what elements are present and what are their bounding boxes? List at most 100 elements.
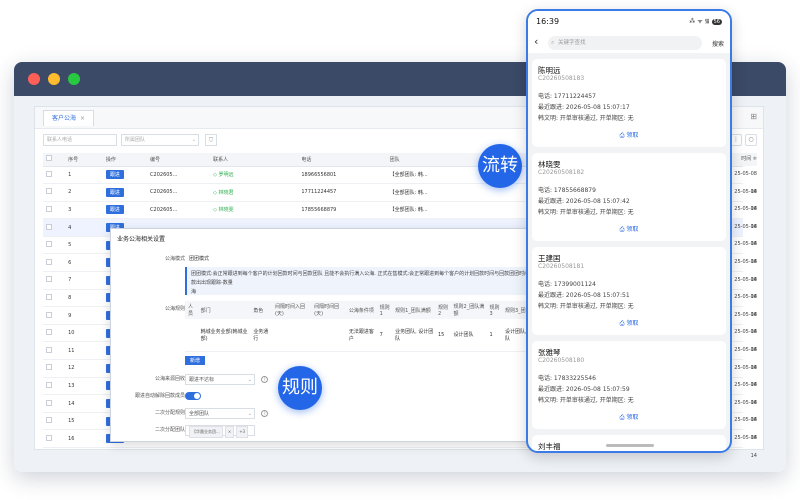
follow-button[interactable]: 跟进 (102, 201, 148, 220)
rules-col-header: 规则3 (486, 301, 502, 319)
rules-cell (271, 319, 312, 352)
card-recent-follow: 最近跟进: 2026-05-08 15:07:17 (538, 104, 630, 111)
customer-card[interactable]: 王建国 C20260508181 电话: 17399001124 最近跟进: 2026… (532, 247, 726, 335)
rules-col-header: 人员 (185, 301, 198, 319)
mode-value[interactable]: 团团模式 (189, 255, 209, 262)
row-contact[interactable]: ◇ 林晓君 (210, 183, 299, 202)
claim-button[interactable]: ⎙ 领取 (532, 130, 726, 140)
filter-icon[interactable]: ⛉ (205, 134, 217, 146)
row-checkbox[interactable] (43, 253, 66, 273)
help-icon[interactable]: ? (261, 376, 268, 383)
back-arrow-icon[interactable]: ‹ (534, 35, 538, 48)
customer-card[interactable]: 陈明远 C20260508183 电话: 17711224457 最近跟进: 2026… (532, 59, 726, 147)
refresh-icon[interactable]: ○ (745, 134, 757, 146)
chevron-down-icon: ⌄ (247, 411, 252, 417)
row-checkbox[interactable] (43, 377, 66, 396)
maximize-window-button[interactable] (68, 73, 80, 85)
row-checkbox[interactable] (43, 394, 66, 413)
row-checkbox[interactable] (43, 341, 66, 361)
row-contact[interactable]: ◇ 林晓雯 (210, 201, 299, 220)
second-team-select[interactable]: 【华晨业务团... × +3 (185, 425, 255, 438)
notice-text: 团团模式:会正常跟进到每个客户的计划回款时间与回款团队 且能不会执行满入公海. … (191, 271, 540, 286)
card-phone: 电话: 17833225546 (538, 375, 596, 382)
add-rule-button[interactable]: 新增 (185, 356, 206, 365)
card-lock-info: 韩文明: 开单审核通过, 开单期区: 无 (538, 115, 634, 122)
rules-row[interactable]: 韩城业务业部(韩城业部) 业务通行 无法跟进客户 7 业务团队, 设计团队 15 设计团队 1… (185, 319, 545, 352)
card-name: 刘丰福 (538, 442, 561, 451)
rules-cell: 业务团队, 设计团队 (392, 319, 435, 352)
col-header: 操作 (102, 153, 148, 167)
row-checkbox[interactable] (43, 412, 66, 431)
col-header: 联系人 (210, 153, 299, 167)
row-number: 9 (65, 306, 103, 325)
rules-cell (185, 319, 198, 352)
pool-source-select[interactable]: 跟进不达标 ⌄ (185, 374, 255, 385)
row-code: C202605... (147, 166, 211, 185)
rules-header-row: 人员 部门 角色 间隔时间入回(天) 间隔时间回(天) 公海条件项 规则1 规则1_团队满额规… (185, 301, 545, 319)
row-contact[interactable]: ◇ 罗明远 (210, 166, 299, 185)
rules-cell: 7 (376, 319, 393, 352)
pool-source-label: 公海来源回收 (154, 376, 185, 382)
card-lock-info: 韩文明: 开单审核通过, 开单期区: 无 (538, 209, 634, 216)
rules-col-header: 规则1_团队满额 (392, 301, 435, 319)
row-checkbox[interactable] (43, 183, 66, 202)
tab-customer-pool[interactable]: 客户公海 × (43, 110, 95, 126)
close-window-button[interactable] (28, 73, 40, 85)
auto-assign-toggle[interactable] (185, 392, 201, 400)
card-recent-follow: 最近跟进: 2026-05-08 15:07:42 (538, 198, 630, 205)
rules-col-header: 间隔时间入回(天) (271, 301, 312, 319)
contact-phone-input[interactable]: 联系人电话 (43, 134, 117, 146)
follow-button[interactable]: 跟进 (102, 166, 148, 185)
rules-col-header: 间隔时间回(天) (311, 301, 346, 319)
row-team: 【全部团队: 韩... (386, 201, 479, 220)
row-checkbox[interactable] (43, 359, 66, 378)
row-checkbox[interactable] (43, 289, 66, 308)
help-icon[interactable]: ? (261, 410, 268, 417)
row-checkbox[interactable] (43, 166, 66, 185)
row-code: C202605... (147, 201, 211, 220)
row-phone: 17711224457 (298, 183, 387, 202)
search-button[interactable]: 搜索 (712, 39, 724, 48)
second-assign-select[interactable]: 全部团队 ⌄ (185, 408, 255, 419)
customer-card[interactable]: 林晓雯 C20260508182 电话: 17855668879 最近跟进: 2026… (532, 153, 726, 241)
claim-button[interactable]: ⎙ 领取 (532, 224, 726, 234)
rules-col-header: 角色 (250, 301, 272, 319)
rules-col-header: 公海条件项 (345, 301, 377, 319)
mobile-search-input[interactable]: ⌕ 关键字查找 (548, 36, 702, 50)
rules-cell: 韩城业务业部(韩城业部) (197, 319, 251, 352)
row-number: 15 (65, 412, 103, 431)
row-number: 6 (65, 253, 103, 273)
rules-col-header: 部门 (197, 301, 251, 319)
row-team: 【全部团队: 韩... (386, 183, 479, 202)
card-recent-follow: 最近跟进: 2026-05-08 15:07:51 (538, 292, 630, 299)
select-all-checkbox[interactable] (43, 153, 66, 167)
tab-close-icon[interactable]: × (80, 115, 85, 122)
row-checkbox[interactable] (43, 218, 66, 237)
row-number: 16 (65, 429, 103, 448)
row-checkbox[interactable] (43, 271, 66, 290)
battery-icon: 56 (711, 19, 722, 25)
customer-card[interactable]: 张雅琴 C20260508180 电话: 17833225546 最近跟进: 2026… (532, 341, 726, 429)
card-phone: 电话: 17711224457 (538, 93, 596, 100)
claim-button[interactable]: ⎙ 领取 (532, 412, 726, 422)
row-checkbox[interactable] (43, 429, 66, 448)
row-number: 11 (65, 341, 103, 361)
card-code: C20260508182 (538, 169, 585, 176)
minimize-window-button[interactable] (48, 73, 60, 85)
row-number: 14 (65, 394, 103, 413)
row-checkbox[interactable] (43, 306, 66, 325)
claim-button[interactable]: ⎙ 领取 (532, 318, 726, 328)
row-checkbox[interactable] (43, 201, 66, 220)
row-checkbox[interactable] (43, 324, 66, 343)
chip-remove-icon[interactable]: × (224, 426, 235, 438)
grid-icon[interactable]: ⊞ (750, 112, 757, 121)
follow-button[interactable]: 跟进 (102, 183, 148, 202)
row-number: 1 (65, 166, 103, 185)
status-bar: 16:39 ⁂ ᯤ ᯾ 56 (528, 11, 730, 33)
card-code: C20260508180 (538, 357, 585, 364)
row-checkbox[interactable] (43, 236, 66, 255)
chevron-down-icon: ⌄ (247, 377, 252, 383)
rules-label: 公海规则 (164, 306, 185, 312)
row-number: 4 (65, 218, 103, 237)
team-select[interactable]: 所属团队 ⌄ (121, 134, 199, 146)
